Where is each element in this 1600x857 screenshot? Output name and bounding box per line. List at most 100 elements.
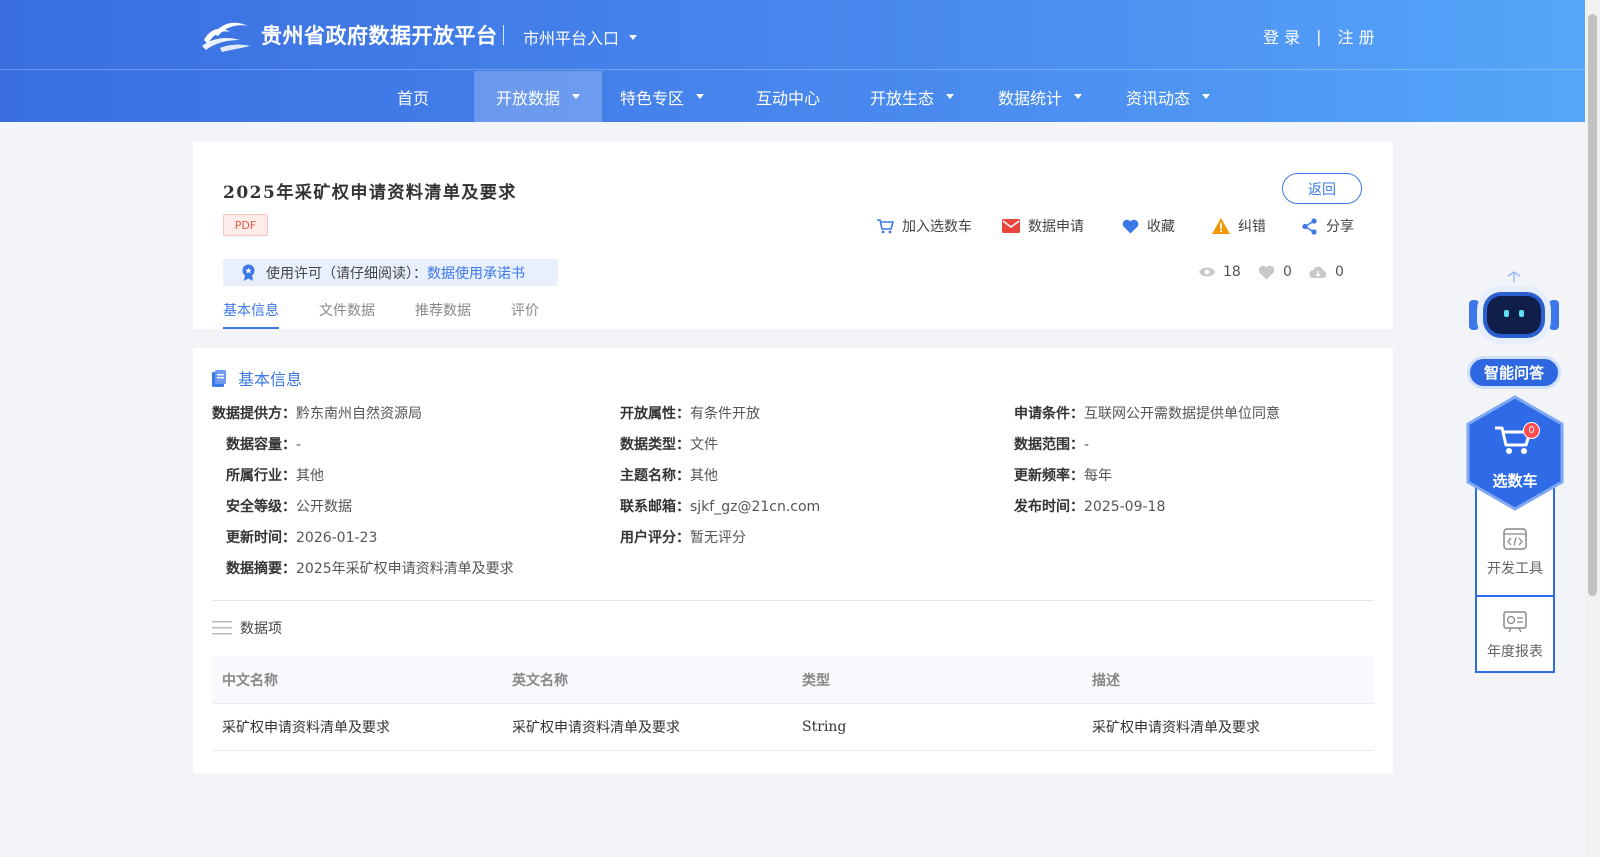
column-header: 类型: [802, 673, 830, 689]
nav-item-label: 开放数据: [495, 88, 560, 108]
cart-hexagon[interactable]: [1465, 395, 1565, 511]
data-apply-button[interactable]: 数据申请: [1002, 216, 1084, 236]
chevron-down-icon: [629, 34, 638, 40]
info-label: 更新频率：: [1014, 468, 1084, 484]
report-error-button[interactable]: 纠错: [1212, 216, 1266, 236]
section-header: 基本信息: [212, 366, 302, 390]
info-value: 其他: [296, 468, 324, 484]
title-divider: [503, 25, 504, 45]
table-cell: 采矿权申请资料清单及要求: [222, 720, 390, 736]
info-row: 安全等级：公开数据 联系邮箱：sjkf_gz@21cn.com 发布时间：202…: [193, 496, 1393, 516]
nav-item-label: 特色专区: [619, 88, 684, 108]
register-link[interactable]: 注 册: [1337, 24, 1374, 48]
tab-basic-info[interactable]: 基本信息: [223, 292, 279, 329]
info-value: 黔东南州自然资源局: [296, 406, 422, 422]
info-label: 发布时间：: [1014, 499, 1084, 515]
like-count: 0: [1258, 264, 1292, 280]
info-value: 暂无评分: [690, 530, 746, 546]
auth-links: 登 录 | 注 册: [1263, 24, 1375, 48]
info-label: 数据类型：: [620, 437, 690, 453]
annual-report-label: 年度报表: [1487, 644, 1543, 660]
add-to-cart-button[interactable]: 加入选数车: [876, 216, 972, 236]
nav-item-ecosystem[interactable]: 开放生态: [860, 71, 964, 122]
cart-count-badge: 0: [1523, 422, 1540, 439]
nav-item-news[interactable]: 资讯动态: [1116, 71, 1220, 122]
detail-tabs: 基本信息 文件数据 推荐数据 评价: [223, 292, 579, 329]
back-button[interactable]: 返回: [1282, 173, 1362, 204]
document-icon: [212, 369, 226, 387]
eye-icon: [1199, 267, 1215, 277]
info-open-attr: 开放属性：有条件开放: [620, 403, 760, 423]
dev-tools-button[interactable]: 开发工具: [1477, 513, 1553, 593]
info-capacity: 数据容量：-: [226, 434, 301, 454]
scrollbar-thumb[interactable]: [1588, 14, 1597, 596]
info-data-type: 数据类型：文件: [620, 434, 718, 454]
tab-file-data[interactable]: 文件数据: [319, 292, 375, 329]
basic-info-card: 基本信息 数据提供方：黔东南州自然资源局 开放属性：有条件开放 申请条件：互联网…: [193, 348, 1393, 773]
heart-icon: [1122, 219, 1139, 233]
info-value: 互联网公开需数据提供单位同意: [1084, 406, 1280, 422]
section-title: 基本信息: [238, 370, 303, 389]
info-label: 联系邮箱：: [620, 499, 690, 515]
tab-reviews[interactable]: 评价: [511, 292, 539, 329]
data-items-table: 中文名称 英文名称 类型 描述 采矿权申请资料清单及要求 采矿权申请资料清单及要…: [212, 657, 1374, 751]
heart-icon: [1258, 265, 1275, 279]
info-label: 用户评分：: [620, 530, 690, 546]
table-header-row: 中文名称 英文名称 类型 描述: [212, 657, 1374, 704]
info-update-time: 更新时间：2026-01-23: [226, 527, 377, 547]
info-label: 主题名称：: [620, 468, 690, 484]
column-header: 英文名称: [512, 673, 568, 689]
info-value: 公开数据: [296, 499, 352, 515]
warning-icon: [1212, 218, 1230, 234]
mail-icon: [1002, 219, 1020, 233]
chevron-down-icon: [946, 94, 954, 99]
info-summary: 数据摘要：2025年采矿权申请资料清单及要求: [226, 558, 514, 578]
info-value: -: [296, 437, 302, 453]
info-label: 更新时间：: [226, 530, 296, 546]
code-icon: [1503, 528, 1527, 550]
annual-report-button[interactable]: 年度报表: [1477, 595, 1553, 675]
info-row: 数据摘要：2025年采矿权申请资料清单及要求: [193, 558, 1393, 578]
download-count-value: 0: [1335, 264, 1344, 280]
table-cell: String: [802, 719, 847, 735]
download-count: 0: [1309, 264, 1344, 280]
action-bar: 加入选数车 数据申请 收藏 纠错 分享: [193, 216, 1393, 236]
chevron-down-icon: [696, 94, 704, 99]
info-value: 文件: [690, 437, 718, 453]
info-value: 每年: [1084, 468, 1112, 484]
nav-item-label: 数据统计: [997, 88, 1062, 108]
login-link[interactable]: 登 录: [1263, 24, 1300, 48]
robot-icon[interactable]: [1467, 270, 1561, 348]
nav-item-home[interactable]: 首页: [383, 71, 443, 122]
page-scrollbar[interactable]: [1585, 0, 1600, 857]
chevron-down-icon: [1074, 94, 1082, 99]
like-count-value: 0: [1283, 264, 1292, 280]
view-count: 18: [1199, 264, 1241, 280]
info-label: 数据摘要：: [226, 561, 296, 577]
info-email: 联系邮箱：sjkf_gz@21cn.com: [620, 496, 820, 516]
auth-divider: |: [1316, 26, 1322, 46]
logo-icon[interactable]: [200, 16, 252, 52]
info-value: sjkf_gz@21cn.com: [690, 499, 821, 515]
info-value: 有条件开放: [690, 406, 760, 422]
info-label: 安全等级：: [226, 499, 296, 515]
tab-recommended[interactable]: 推荐数据: [415, 292, 471, 329]
favorite-button[interactable]: 收藏: [1122, 216, 1175, 236]
nav-item-open-data[interactable]: 开放数据: [474, 71, 602, 122]
cloud-download-icon: [1309, 266, 1327, 278]
page-title: 2025年采矿权申请资料清单及要求: [223, 183, 517, 203]
data-apply-label: 数据申请: [1028, 219, 1084, 235]
nav-item-interaction[interactable]: 互动中心: [745, 71, 831, 122]
cart-icon: [877, 219, 894, 234]
info-row: 数据容量：- 数据类型：文件 数据范围：-: [193, 434, 1393, 454]
info-row: 数据提供方：黔东南州自然资源局 开放属性：有条件开放 申请条件：互联网公开需数据…: [193, 403, 1393, 423]
info-topic: 主题名称：其他: [620, 465, 718, 485]
info-value: 2025年采矿权申请资料清单及要求: [296, 561, 514, 577]
nav-item-statistics[interactable]: 数据统计: [988, 71, 1092, 122]
share-button[interactable]: 分享: [1301, 216, 1354, 236]
site-title[interactable]: 贵州省政府数据开放平台: [261, 20, 498, 50]
city-platform-dropdown[interactable]: 市州平台入口: [523, 25, 638, 49]
nav-item-featured[interactable]: 特色专区: [610, 71, 714, 122]
ai-qa-button[interactable]: 智能问答: [1467, 356, 1561, 389]
share-icon: [1302, 217, 1317, 235]
